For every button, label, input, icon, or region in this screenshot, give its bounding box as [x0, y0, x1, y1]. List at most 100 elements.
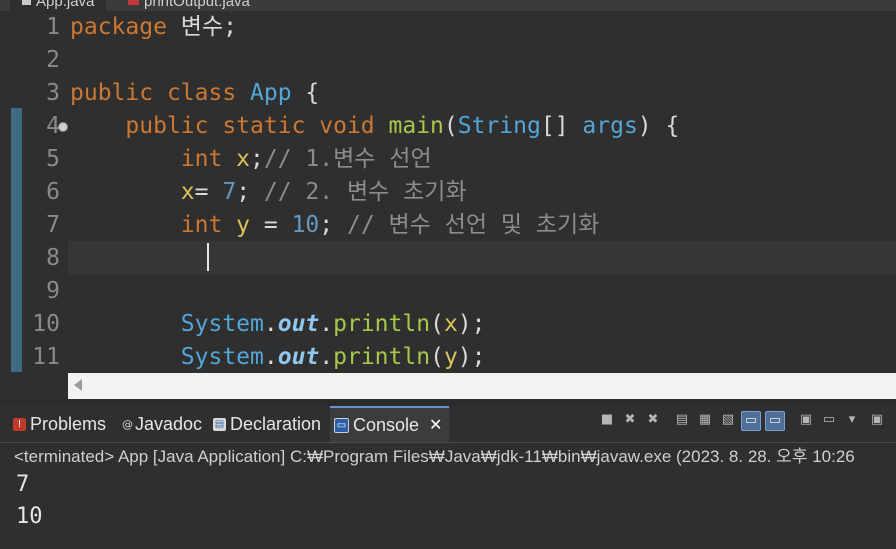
line-number-text: 1: [46, 14, 60, 40]
code-token: );: [457, 344, 486, 370]
line-number-text: 10: [32, 311, 60, 337]
code-token: int: [70, 146, 237, 172]
code-line[interactable]: int x;// 1.변수 선언: [70, 143, 432, 176]
code-token: {: [305, 80, 320, 106]
line-number: 8: [0, 242, 60, 275]
code-line[interactable]: public class App {: [70, 77, 319, 110]
code-token: public: [70, 113, 223, 139]
code-token: public: [70, 80, 167, 106]
remove-all-terminated-icon[interactable]: ✖: [644, 411, 662, 429]
console-output-line: 10: [16, 504, 43, 529]
tab-javadoc[interactable]: @ Javadoc: [122, 406, 202, 442]
code-token: ;: [250, 146, 264, 172]
show-on-stdout-icon[interactable]: ▭: [741, 411, 761, 431]
pin-console-icon[interactable]: ▣: [797, 411, 815, 429]
code-token: y: [443, 344, 458, 370]
code-token: ) {: [637, 113, 680, 139]
display-selected-console-icon[interactable]: ▭: [820, 411, 838, 429]
line-number: 10: [0, 308, 60, 341]
code-token: void: [319, 113, 389, 139]
editor-tab-printoutput-java[interactable]: printOutput.java: [128, 0, 250, 11]
show-on-stderr-icon[interactable]: ▭: [765, 411, 785, 431]
close-tab-icon[interactable]: ✕: [429, 415, 442, 435]
code-token: println: [333, 311, 431, 337]
code-line[interactable]: System.out.println(y);: [70, 341, 486, 373]
code-token: ;: [319, 212, 347, 238]
editor-tab-label: App.java: [36, 0, 95, 10]
line-number-text: 2: [46, 47, 60, 73]
code-line[interactable]: System.out.println(x);: [70, 308, 486, 341]
dropdown-arrow-icon[interactable]: ▾: [843, 411, 861, 429]
code-token: static: [222, 113, 320, 139]
code-token: // 1.변수 선언: [263, 146, 432, 172]
code-line[interactable]: public static void main(String[] args) {: [70, 110, 679, 143]
code-token: System: [70, 344, 264, 370]
code-token: // 2. 변수 초기화: [263, 179, 467, 205]
code-token: (: [430, 344, 444, 370]
code-token: =: [194, 179, 223, 205]
line-number: 6: [0, 176, 60, 209]
code-token: =: [250, 212, 292, 238]
code-token: x: [70, 179, 195, 205]
line-number: 1: [0, 11, 60, 44]
code-token: .: [263, 344, 278, 370]
line-number-text: 11: [32, 344, 60, 370]
code-token: args: [582, 113, 638, 139]
code-token: // 변수 선언 및 초기화: [346, 212, 600, 238]
code-token: .: [263, 311, 278, 337]
tab-label: Console: [353, 414, 420, 435]
open-console-icon[interactable]: ▣: [868, 411, 886, 429]
code-token: x: [443, 311, 458, 337]
line-number-text: 7: [46, 212, 60, 238]
code-token: System: [70, 311, 264, 337]
console-panel[interactable]: <terminated> App [Java Application] C:₩P…: [0, 443, 896, 549]
code-editor[interactable]: 1 2 3 4 5 6 7 8 9 10 11 package 변수; public class Ap…: [0, 11, 896, 373]
code-token: .: [319, 344, 334, 370]
line-number: 3: [0, 77, 60, 110]
tab-problems[interactable]: ! Problems: [13, 406, 106, 442]
scroll-lock-icon[interactable]: ▦: [696, 411, 714, 429]
pane-divider[interactable]: [0, 399, 896, 406]
code-token: println: [333, 344, 431, 370]
code-token: main: [388, 113, 444, 139]
clear-console-icon[interactable]: ▤: [673, 411, 691, 429]
code-line[interactable]: x= 7; // 2. 변수 초기화: [70, 176, 467, 209]
terminate-icon[interactable]: ■: [598, 411, 616, 429]
tab-console[interactable]: ▭ Console ✕: [330, 406, 450, 442]
javadoc-icon: @: [122, 417, 133, 431]
horizontal-scrollbar[interactable]: [68, 373, 896, 399]
tab-label: Declaration: [230, 413, 322, 434]
text-caret: [207, 243, 209, 271]
java-file-icon: [22, 0, 31, 5]
console-launch-info: <terminated> App [Java Application] C:₩P…: [14, 447, 855, 466]
code-token: );: [457, 311, 486, 337]
declaration-icon: ▤: [213, 417, 226, 431]
code-token: 7: [222, 179, 237, 205]
line-number-text: 6: [46, 179, 60, 205]
line-number: 5: [0, 143, 60, 176]
code-line[interactable]: int y = 10; // 변수 선언 및 초기화: [70, 209, 600, 242]
tab-label: Problems: [30, 413, 107, 434]
word-wrap-icon[interactable]: ▧: [719, 411, 737, 429]
java-file-icon: [128, 0, 139, 5]
line-number-text: 9: [46, 278, 60, 304]
code-token: String: [457, 113, 541, 139]
line-number: 11: [0, 341, 60, 373]
code-token: (: [443, 113, 458, 139]
fold-collapse-icon[interactable]: [58, 122, 68, 132]
code-line[interactable]: package 변수;: [70, 11, 237, 44]
code-token: x: [236, 146, 251, 172]
code-token: App: [250, 80, 306, 106]
line-number-text: 3: [46, 80, 60, 106]
line-number-text: 5: [46, 146, 60, 172]
tab-declaration[interactable]: ▤ Declaration: [213, 406, 321, 442]
line-number: 9: [0, 275, 60, 308]
current-line-highlight: [68, 241, 896, 274]
code-token: out: [277, 311, 320, 337]
scroll-left-arrow-icon[interactable]: [74, 379, 82, 391]
code-token: .: [319, 311, 334, 337]
remove-launch-icon[interactable]: ✖: [621, 411, 639, 429]
code-token: 변수;: [180, 14, 237, 40]
code-token: ;: [236, 179, 264, 205]
code-token: (: [430, 311, 444, 337]
